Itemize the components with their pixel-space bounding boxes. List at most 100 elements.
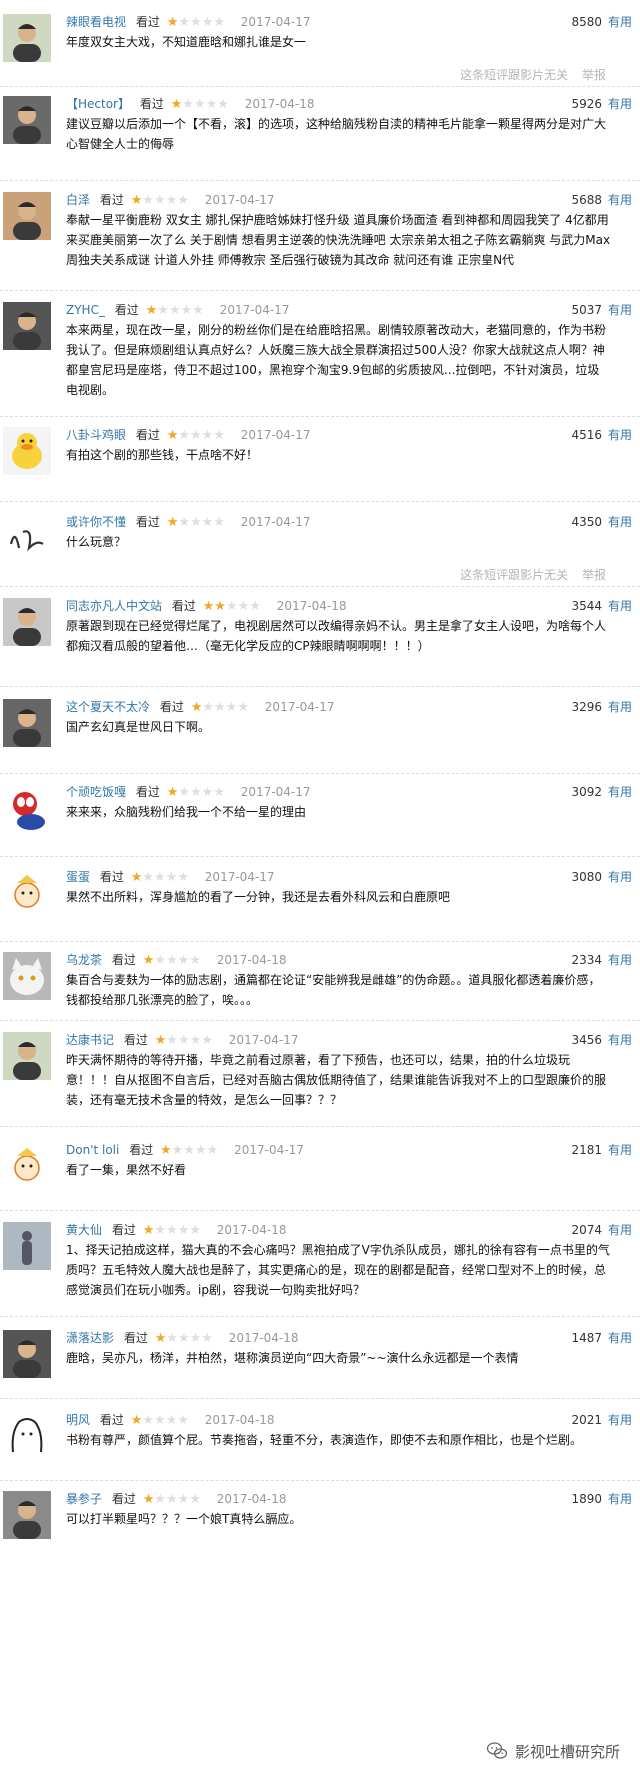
user-name[interactable]: 辣眼看电视 xyxy=(66,15,126,29)
user-name[interactable]: 同志亦凡人中文站 xyxy=(66,599,162,613)
review-date: 2017-04-17 xyxy=(240,515,311,529)
avatar[interactable] xyxy=(3,302,51,350)
user-name[interactable]: 潇落达影 xyxy=(66,1331,114,1345)
star-icon: ★ xyxy=(157,303,169,318)
avatar[interactable] xyxy=(3,1330,51,1378)
vote-count: 1487 xyxy=(571,1331,602,1345)
star-icon: ★ xyxy=(165,193,178,208)
star-icon: ★ xyxy=(201,1331,213,1346)
avatar[interactable] xyxy=(3,1142,51,1190)
useful-button[interactable]: 有用 xyxy=(608,867,632,887)
useful-button[interactable]: 有用 xyxy=(608,94,632,114)
star-icon: ★ xyxy=(177,870,189,885)
cat-avatar xyxy=(3,952,51,1000)
review-divider xyxy=(0,586,640,587)
useful-button[interactable]: 有用 xyxy=(608,1489,632,1509)
star-icon: ★ xyxy=(206,1143,219,1158)
vote-count: 3456 xyxy=(571,1033,602,1047)
avatar[interactable] xyxy=(3,427,51,475)
useful-button[interactable]: 有用 xyxy=(608,300,632,320)
star-icon: ★ xyxy=(177,193,189,208)
review-date: 2017-04-18 xyxy=(204,1413,275,1427)
irrelevant-flag-link[interactable]: 这条短评跟影片无关 xyxy=(460,68,568,82)
star-icon: ★ xyxy=(177,1492,190,1507)
user-name[interactable]: 明风 xyxy=(66,1413,90,1427)
vote-count: 3080 xyxy=(571,870,602,884)
user-name[interactable]: 【Hector】 xyxy=(66,97,130,111)
review-text: 集百合与麦麸为一体的励志剧，通篇都在论证“安能辨我是雌雄”的伪命题。。道具服化都… xyxy=(66,973,601,1007)
review-item: 这个夏天不太冷 看过 ★★★★★ 2017-04-17 3296 有用 国产玄幻… xyxy=(0,697,640,777)
useful-button[interactable]: 有用 xyxy=(608,12,632,32)
watch-status: 看过 xyxy=(123,1331,148,1345)
star-icon: ★ xyxy=(166,1492,178,1507)
star-icon: ★ xyxy=(177,953,190,968)
avatar[interactable] xyxy=(3,1032,51,1080)
user-name[interactable]: ZYHC_ xyxy=(66,303,105,317)
review-header: 乌龙茶 看过 ★★★★★ 2017-04-18 xyxy=(66,950,640,970)
useful-button[interactable]: 有用 xyxy=(608,1030,632,1050)
report-row: 这条短评跟影片无关 举报 xyxy=(460,66,606,84)
avatar[interactable] xyxy=(3,96,51,144)
vote-count: 4516 xyxy=(571,428,602,442)
user-name[interactable]: 蛋蛋 xyxy=(66,870,90,884)
avatar[interactable] xyxy=(3,699,51,747)
user-name[interactable]: 黄大仙 xyxy=(66,1223,102,1237)
review-divider xyxy=(0,290,640,291)
star-icon: ★ xyxy=(130,870,143,885)
report-link[interactable]: 举报 xyxy=(582,68,606,82)
avatar[interactable] xyxy=(3,784,51,832)
useful-button[interactable]: 有用 xyxy=(608,425,632,445)
useful-button[interactable]: 有用 xyxy=(608,782,632,802)
avatar[interactable] xyxy=(3,1491,51,1539)
avatar[interactable] xyxy=(3,1412,51,1460)
irrelevant-flag-link[interactable]: 这条短评跟影片无关 xyxy=(460,568,568,582)
star-icon: ★ xyxy=(160,1143,172,1158)
star-icon: ★ xyxy=(145,303,158,318)
portrait-avatar xyxy=(3,14,51,62)
user-name[interactable]: 个顽吃饭嘎 xyxy=(66,785,126,799)
useful-button[interactable]: 有用 xyxy=(608,1410,632,1430)
avatar[interactable] xyxy=(3,869,51,917)
review-divider xyxy=(0,773,640,774)
sketch-avatar xyxy=(3,1412,51,1460)
star-icon: ★ xyxy=(201,785,214,800)
avatar[interactable] xyxy=(3,1222,51,1270)
star-icon: ★ xyxy=(189,1492,201,1507)
star-rating: ★★★★★ xyxy=(167,13,225,33)
user-name[interactable]: 乌龙茶 xyxy=(66,953,102,967)
portrait-avatar xyxy=(3,96,51,144)
useful-button[interactable]: 有用 xyxy=(608,190,632,210)
star-icon: ★ xyxy=(225,700,238,715)
useful-button[interactable]: 有用 xyxy=(608,512,632,532)
user-name[interactable]: 暴参子 xyxy=(66,1492,102,1506)
user-name[interactable]: Don't loli xyxy=(66,1143,119,1157)
useful-button[interactable]: 有用 xyxy=(608,596,632,616)
vote-count: 5926 xyxy=(571,97,602,111)
star-icon: ★ xyxy=(178,515,190,530)
useful-button[interactable]: 有用 xyxy=(608,1140,632,1160)
user-name[interactable]: 达康书记 xyxy=(66,1033,114,1047)
review-item: 蛋蛋 看过 ★★★★★ 2017-04-17 3080 有用 果然不出所料，浑身… xyxy=(0,867,640,945)
useful-button[interactable]: 有用 xyxy=(608,1220,632,1240)
avatar[interactable] xyxy=(3,192,51,240)
review-date: 2017-04-17 xyxy=(264,700,335,714)
user-name[interactable]: 八卦斗鸡眼 xyxy=(66,428,126,442)
report-link[interactable]: 举报 xyxy=(582,568,606,582)
useful-button[interactable]: 有用 xyxy=(608,697,632,717)
star-icon: ★ xyxy=(189,1331,202,1346)
user-name[interactable]: 这个夏天不太冷 xyxy=(66,700,150,714)
star-icon: ★ xyxy=(170,97,183,112)
avatar[interactable] xyxy=(3,14,51,62)
star-icon: ★ xyxy=(226,599,238,614)
avatar[interactable] xyxy=(3,952,51,1000)
star-icon: ★ xyxy=(192,303,204,318)
useful-button[interactable]: 有用 xyxy=(608,1328,632,1348)
user-name[interactable]: 白泽 xyxy=(66,193,90,207)
user-name[interactable]: 或许你不懂 xyxy=(66,515,126,529)
review-header: 达康书记 看过 ★★★★★ 2017-04-17 xyxy=(66,1030,640,1050)
avatar[interactable] xyxy=(3,514,51,562)
review-item: Don't loli 看过 ★★★★★ 2017-04-17 2181 有用 看… xyxy=(0,1140,640,1214)
useful-button[interactable]: 有用 xyxy=(608,950,632,970)
avatar[interactable] xyxy=(3,598,51,646)
review-divider xyxy=(0,180,640,181)
